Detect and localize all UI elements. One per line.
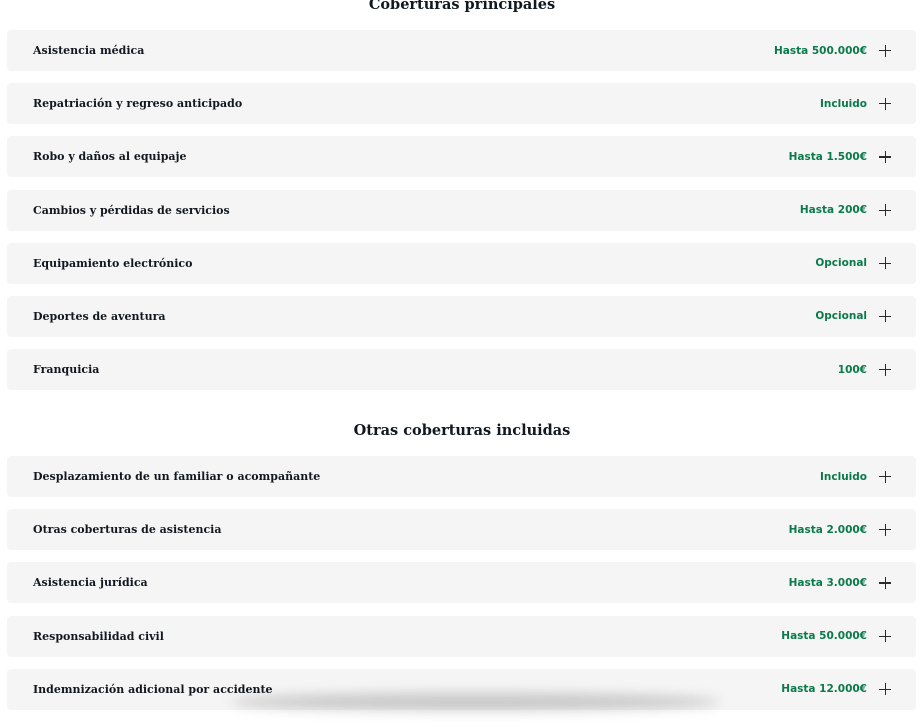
plus-icon[interactable] [879, 470, 891, 483]
coverage-value: Hasta 3.000€ [788, 576, 867, 589]
coverage-list-principales: Asistencia médica Hasta 500.000€ Repatri… [7, 30, 916, 402]
coverage-value: Hasta 1.500€ [788, 150, 867, 163]
coverage-label: Asistencia médica [33, 44, 145, 57]
coverage-value: 100€ [837, 363, 867, 376]
coverage-label: Repatriación y regreso anticipado [33, 97, 243, 111]
plus-icon[interactable] [879, 683, 891, 696]
coverage-row-robo-equipaje[interactable]: Robo y daños al equipaje Hasta 1.500€ [7, 136, 916, 178]
plus-icon[interactable] [879, 204, 891, 217]
coverage-list-otras: Desplazamiento de un familiar o acompaña… [7, 456, 916, 722]
coverage-value: Incluido [819, 97, 867, 110]
coverage-label: Cambios y pérdidas de servicios [33, 203, 230, 217]
plus-icon[interactable] [879, 257, 891, 270]
coverage-row-repatriacion[interactable]: Repatriación y regreso anticipado Inclui… [7, 83, 916, 125]
plus-icon[interactable] [879, 150, 891, 163]
plus-icon[interactable] [879, 97, 891, 110]
coverage-row-otras-asistencia[interactable]: Otras coberturas de asistencia Hasta 2.0… [7, 509, 916, 551]
plus-icon[interactable] [879, 523, 891, 536]
plus-icon[interactable] [879, 630, 891, 643]
plus-icon[interactable] [879, 576, 891, 589]
coverage-value: Opcional [815, 310, 867, 323]
coverage-label: Asistencia jurídica [33, 576, 148, 590]
section-title-principales: Coberturas principales [368, 0, 556, 13]
coverage-value: Hasta 50.000€ [781, 630, 867, 643]
coverage-row-equipamiento-electronico[interactable]: Equipamiento electrónico Opcional [7, 242, 916, 284]
coverage-row-franquicia[interactable]: Franquicia 100€ [7, 349, 916, 391]
section-title-otras: Otras coberturas incluidas [353, 422, 571, 439]
coverage-row-cambios-servicios[interactable]: Cambios y pérdidas de servicios Hasta 20… [7, 189, 916, 231]
coverage-label: Robo y daños al equipaje [33, 150, 187, 164]
plus-icon[interactable] [879, 310, 891, 323]
coverage-row-deportes-aventura[interactable]: Deportes de aventura Opcional [7, 295, 916, 337]
coverage-value: Hasta 12.000€ [781, 683, 867, 696]
coverage-label: Desplazamiento de un familiar o acompaña… [33, 470, 321, 483]
coverage-row-asistencia-medica[interactable]: Asistencia médica Hasta 500.000€ [7, 30, 916, 71]
coverage-label: Otras coberturas de asistencia [33, 523, 222, 537]
coverage-label: Deportes de aventura [33, 309, 166, 323]
plus-icon[interactable] [879, 363, 891, 376]
coverage-label: Responsabilidad civil [33, 629, 164, 643]
coverage-label: Equipamiento electrónico [33, 256, 193, 270]
coverage-row-responsabilidad-civil[interactable]: Responsabilidad civil Hasta 50.000€ [7, 615, 916, 657]
coverage-value: Hasta 200€ [799, 204, 867, 217]
floating-bar-shadow [230, 693, 720, 711]
coverage-label: Franquicia [33, 363, 100, 377]
coverage-row-asistencia-juridica[interactable]: Asistencia jurídica Hasta 3.000€ [7, 562, 916, 604]
coverage-value: Hasta 500.000€ [773, 44, 867, 57]
plus-icon[interactable] [879, 44, 891, 57]
coverage-row-desplazamiento-familiar[interactable]: Desplazamiento de un familiar o acompaña… [7, 456, 916, 497]
coverage-value: Incluido [819, 470, 867, 483]
coverage-value: Opcional [815, 257, 867, 270]
coverage-value: Hasta 2.000€ [788, 523, 867, 536]
